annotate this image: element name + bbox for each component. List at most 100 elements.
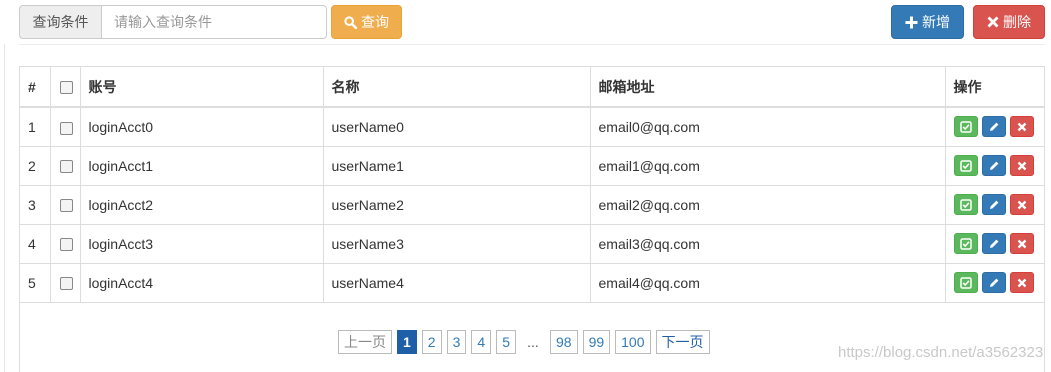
page-99[interactable]: 99: [582, 330, 611, 354]
page-3[interactable]: 3: [446, 330, 467, 354]
row-check-button[interactable]: [953, 272, 978, 293]
row-check-button[interactable]: [953, 233, 978, 254]
row-name: userName0: [322, 106, 591, 147]
row-email: email2@qq.com: [589, 184, 946, 225]
row-ops: [944, 184, 1044, 225]
search-icon: [344, 15, 357, 29]
table-row: 3 loginAcct2 userName2 email2@qq.com: [20, 184, 1044, 225]
row-email: email4@qq.com: [589, 262, 946, 303]
remove-icon: [1017, 278, 1027, 288]
row-checkbox[interactable]: [59, 121, 73, 135]
header-email: 邮箱地址: [589, 67, 946, 108]
page-98[interactable]: 98: [549, 330, 578, 354]
table-row: 4 loginAcct3 userName3 email3@qq.com: [20, 223, 1044, 264]
row-ops: [944, 145, 1044, 186]
delete-button-label: 删除: [1003, 14, 1031, 30]
pagination-ellipsis: ...: [527, 334, 539, 350]
row-checkbox[interactable]: [59, 160, 73, 174]
query-button[interactable]: 查询: [331, 5, 402, 39]
page-2[interactable]: 2: [421, 330, 442, 354]
pencil-icon: [988, 277, 1000, 289]
check-square-icon: [959, 198, 972, 211]
table-row: 2 loginAcct1 userName1 email1@qq.com: [20, 145, 1044, 186]
page-4[interactable]: 4: [471, 330, 492, 354]
row-select: [49, 223, 81, 264]
row-account: loginAcct1: [79, 145, 324, 186]
row-name: userName3: [322, 223, 591, 264]
remove-icon: [1017, 239, 1027, 249]
row-index: 2: [20, 145, 51, 186]
row-email: email1@qq.com: [589, 145, 946, 186]
toolbar: 查询条件 查询 新增 删除: [19, 5, 1045, 39]
row-name: userName4: [322, 262, 591, 303]
prev-page-button[interactable]: 上一页: [338, 330, 392, 354]
row-remove-button[interactable]: [1009, 233, 1034, 254]
search-addon-label: 查询条件: [19, 5, 101, 39]
page-5[interactable]: 5: [496, 330, 516, 354]
row-remove-button[interactable]: [1009, 194, 1034, 215]
row-check-button[interactable]: [953, 155, 978, 176]
row-ops: [944, 106, 1044, 147]
row-edit-button[interactable]: [981, 233, 1006, 254]
row-edit-button[interactable]: [981, 155, 1006, 176]
row-name: userName1: [322, 145, 591, 186]
delete-button[interactable]: 删除: [973, 5, 1045, 39]
row-remove-button[interactable]: [1009, 116, 1034, 138]
check-square-icon: [959, 121, 972, 133]
table-panel: # 账号 名称 邮箱地址 操作 1 loginAcct0 userName0 emai…: [19, 66, 1045, 372]
watermark: https://blog.csdn.net/a3562323: [838, 344, 1044, 361]
pencil-icon: [988, 238, 1000, 250]
check-square-icon: [959, 237, 972, 250]
remove-icon: [1017, 122, 1027, 132]
user-table: # 账号 名称 邮箱地址 操作 1 loginAcct0 userName0 emai…: [20, 67, 1044, 303]
table-row: 1 loginAcct0 userName0 email0@qq.com: [20, 106, 1044, 147]
row-email: email0@qq.com: [589, 106, 946, 147]
table-row: 5 loginAcct4 userName4 email4@qq.com: [20, 262, 1044, 303]
row-checkbox[interactable]: [59, 199, 73, 213]
row-check-button[interactable]: [953, 194, 978, 215]
row-account: loginAcct0: [79, 106, 324, 147]
plus-icon: [905, 16, 918, 28]
row-select: [49, 262, 81, 303]
select-all-checkbox[interactable]: [59, 81, 73, 95]
table-header-row: # 账号 名称 邮箱地址 操作: [20, 67, 1044, 108]
row-email: email3@qq.com: [589, 223, 946, 264]
page-100[interactable]: 100: [615, 330, 651, 354]
pagination: 上一页 1 2 3 4 5 ... 98 99 100 下一页: [338, 330, 710, 354]
remove-icon: [987, 16, 999, 28]
row-checkbox[interactable]: [59, 277, 73, 291]
remove-icon: [1017, 200, 1027, 210]
header-name: 名称: [322, 67, 591, 108]
row-edit-button[interactable]: [981, 116, 1006, 138]
row-edit-button[interactable]: [981, 272, 1006, 293]
next-page-button[interactable]: 下一页: [655, 330, 710, 354]
page-left-border: [4, 44, 5, 372]
row-checkbox[interactable]: [59, 238, 73, 252]
query-button-label: 查询: [361, 14, 389, 30]
row-select: [49, 184, 81, 225]
row-check-button[interactable]: [953, 116, 978, 138]
pencil-icon: [988, 160, 1000, 172]
remove-icon: [1017, 161, 1027, 171]
pencil-icon: [988, 199, 1000, 211]
add-button[interactable]: 新增: [891, 5, 964, 39]
row-remove-button[interactable]: [1009, 155, 1034, 176]
row-name: userName2: [322, 184, 591, 225]
header-index: #: [20, 67, 51, 108]
row-remove-button[interactable]: [1009, 272, 1034, 293]
row-select: [49, 106, 81, 147]
search-group: 查询条件: [19, 5, 327, 39]
row-edit-button[interactable]: [981, 194, 1006, 215]
page-1[interactable]: 1: [397, 330, 417, 354]
header-select-all: [49, 67, 81, 108]
row-select: [49, 145, 81, 186]
search-input[interactable]: [101, 5, 327, 39]
header-ops: 操作: [944, 67, 1044, 108]
row-ops: [944, 262, 1044, 303]
check-square-icon: [959, 159, 972, 172]
row-account: loginAcct4: [79, 262, 324, 303]
row-index: 5: [20, 262, 51, 303]
row-ops: [944, 223, 1044, 264]
row-index: 4: [20, 223, 51, 264]
add-button-label: 新增: [922, 14, 950, 30]
